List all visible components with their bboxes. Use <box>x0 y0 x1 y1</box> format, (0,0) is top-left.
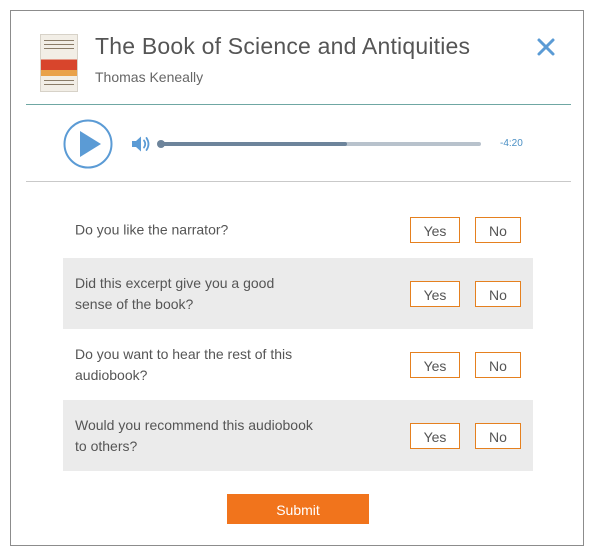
yes-button[interactable]: Yes <box>410 216 460 243</box>
audio-progress-handle[interactable] <box>157 140 165 148</box>
yes-button[interactable]: Yes <box>410 351 460 378</box>
question-row: Did this excerpt give you a good sense o… <box>63 258 533 329</box>
header-divider <box>26 104 571 105</box>
play-button[interactable] <box>63 119 113 169</box>
question-row: Would you recommend this audiobook to ot… <box>63 400 533 471</box>
question-text: Do you like the narrator? <box>75 221 229 237</box>
yes-button[interactable]: Yes <box>410 280 460 307</box>
time-remaining: -4:20 <box>500 138 523 149</box>
book-title: The Book of Science and Antiquities <box>95 33 471 59</box>
player-divider <box>26 181 571 182</box>
yes-button[interactable]: Yes <box>410 422 460 449</box>
question-text: Would you recommend this audiobook to ot… <box>75 416 313 454</box>
book-cover-image <box>40 34 78 92</box>
no-button[interactable]: No <box>475 351 521 378</box>
question-text: Do you want to hear the rest of this aud… <box>75 345 293 383</box>
volume-icon <box>132 136 150 152</box>
no-button[interactable]: No <box>475 422 521 449</box>
question-text: Did this excerpt give you a good sense o… <box>75 274 275 312</box>
close-icon <box>537 38 555 56</box>
play-icon <box>63 119 113 169</box>
question-row: Do you want to hear the rest of this aud… <box>63 329 533 400</box>
audio-progress-bar[interactable] <box>157 140 481 148</box>
question-row: Do you like the narrator? Yes No <box>63 194 533 265</box>
submit-button[interactable]: Submit <box>227 494 369 524</box>
no-button[interactable]: No <box>475 280 521 307</box>
audio-progress-fill <box>161 142 347 146</box>
no-button[interactable]: No <box>475 216 521 243</box>
volume-button[interactable] <box>131 135 153 153</box>
survey-modal: The Book of Science and Antiquities Thom… <box>10 10 584 546</box>
close-button[interactable] <box>535 36 557 58</box>
book-author: Thomas Keneally <box>95 69 204 85</box>
